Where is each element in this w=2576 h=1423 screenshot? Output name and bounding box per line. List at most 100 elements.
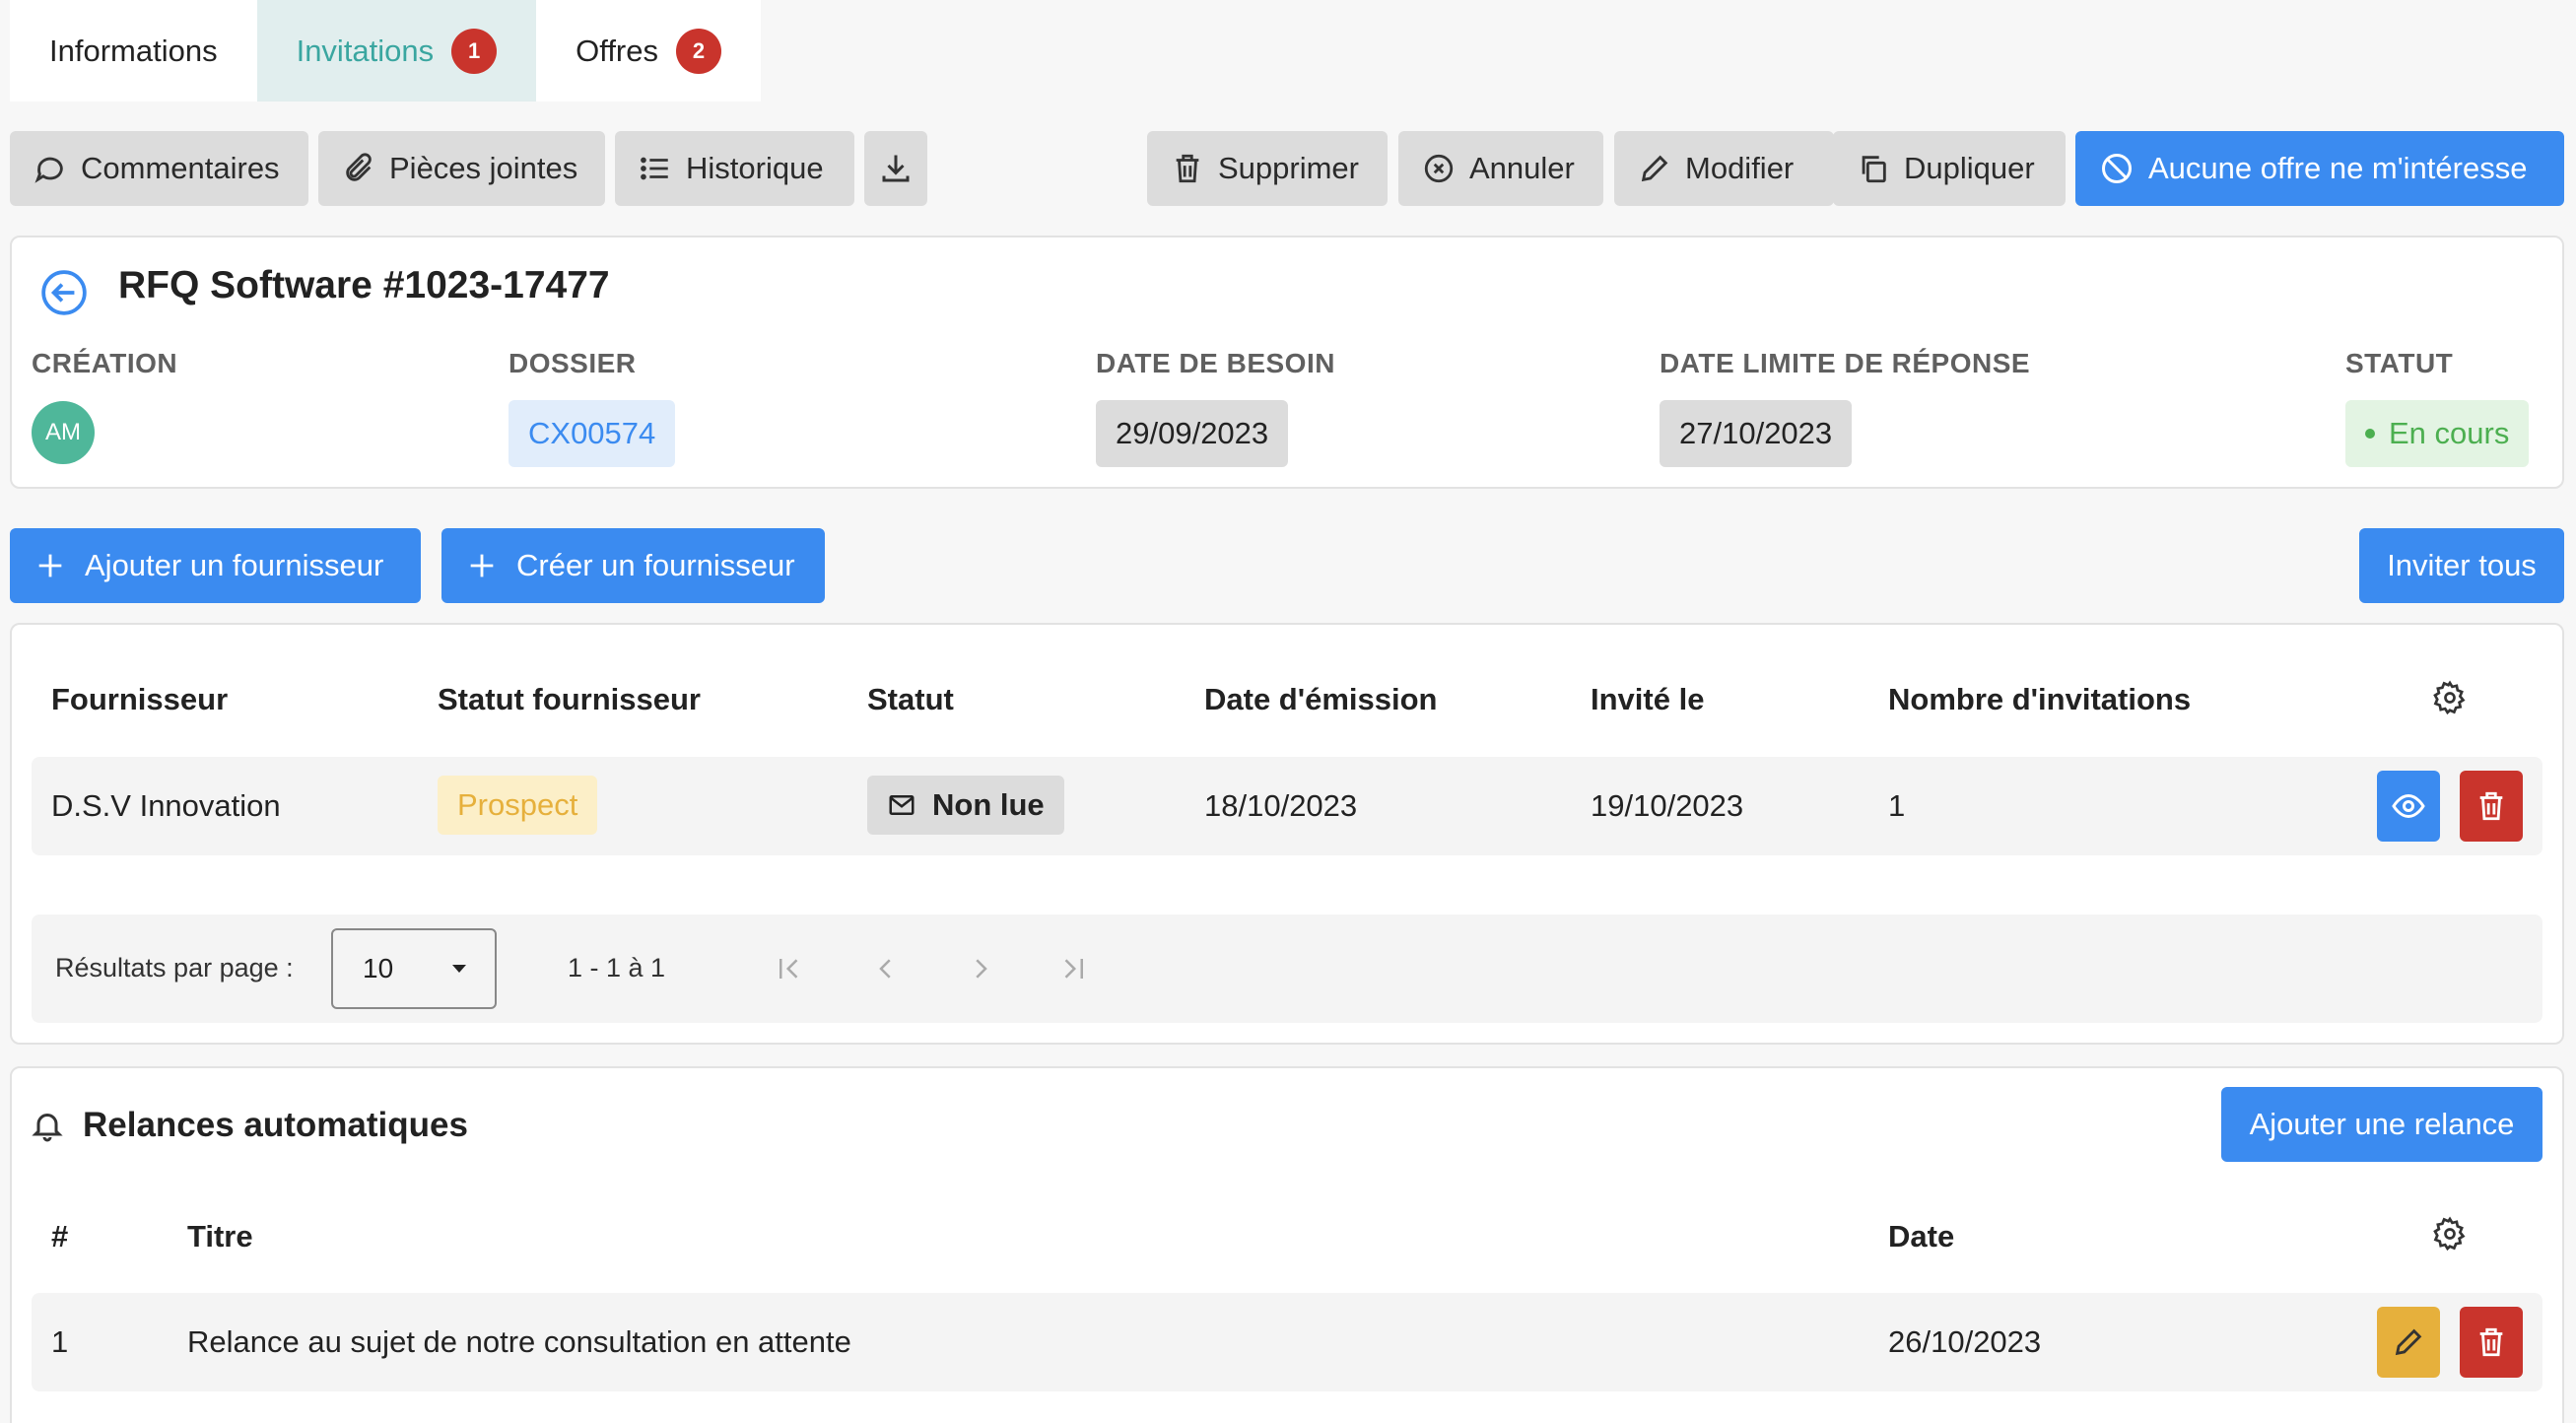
delete-label: Supprimer: [1218, 151, 1359, 185]
comments-label: Commentaires: [81, 151, 280, 185]
tab-invitations[interactable]: Invitations 1: [256, 0, 537, 102]
x-circle-icon: [1422, 152, 1456, 185]
deadline-label: DATE LIMITE DE RÉPONSE: [1660, 348, 2031, 378]
first-page-icon[interactable]: [775, 954, 804, 983]
column-header-title: Titre: [187, 1219, 253, 1254]
eye-icon: [2391, 788, 2426, 824]
create-supplier-label: Créer un fournisseur: [516, 548, 795, 582]
edit-label: Modifier: [1685, 151, 1795, 185]
caret-down-icon: [449, 963, 469, 975]
last-page-icon[interactable]: [1058, 954, 1088, 983]
list-icon: [639, 152, 672, 185]
trash-icon: [2474, 1325, 2508, 1359]
tab-bar: Informations Invitations 1 Offres 2: [10, 0, 761, 102]
plus-icon: [465, 549, 499, 582]
need-date-value: 29/09/2023: [1096, 400, 1289, 467]
issue-date-cell: 18/10/2023: [1204, 788, 1358, 823]
dossier-label: DOSSIER: [508, 348, 637, 378]
delete-reminder-button[interactable]: [2460, 1307, 2523, 1378]
create-supplier-button[interactable]: Créer un fournisseur: [441, 528, 825, 603]
read-status-text: Non lue: [932, 787, 1045, 822]
edit-reminder-button[interactable]: [2377, 1307, 2440, 1378]
column-header-invitations-count: Nombre d'invitations: [1888, 682, 2192, 716]
gear-icon[interactable]: [2432, 680, 2468, 715]
trash-icon: [1171, 152, 1204, 185]
per-page-label: Résultats par page :: [55, 953, 294, 983]
back-arrow-icon[interactable]: [39, 268, 89, 317]
supplier-name[interactable]: D.S.V Innovation: [51, 788, 281, 824]
reminders-title: Relances automatiques: [83, 1106, 468, 1144]
invitations-count-cell: 1: [1888, 788, 1906, 823]
add-supplier-button[interactable]: Ajouter un fournisseur: [10, 528, 421, 603]
attachments-label: Pièces jointes: [389, 151, 578, 185]
comments-button[interactable]: Commentaires: [10, 131, 308, 206]
count-badge: 1: [451, 28, 498, 74]
per-page-select[interactable]: 10: [331, 928, 497, 1009]
pencil-icon: [2392, 1325, 2425, 1359]
dossier-link[interactable]: CX00574: [508, 400, 676, 467]
download-button[interactable]: [864, 131, 927, 206]
status-badge: En cours: [2345, 400, 2530, 467]
no-offer-button[interactable]: Aucune offre ne m'intéresse: [2075, 131, 2564, 206]
status-text: En cours: [2389, 416, 2510, 450]
previous-page-icon[interactable]: [871, 954, 901, 983]
history-label: Historique: [686, 151, 824, 185]
avatar: AM: [32, 401, 95, 464]
cancel-label: Annuler: [1469, 151, 1575, 185]
column-header-supplier-status: Statut fournisseur: [438, 682, 701, 716]
column-header-date: Date: [1888, 1219, 1955, 1254]
supplier-status-badge: Prospect: [438, 776, 598, 835]
invite-all-label: Inviter tous: [2387, 548, 2537, 582]
add-reminder-button[interactable]: Ajouter une relance: [2221, 1087, 2542, 1162]
tab-label: Invitations: [296, 33, 435, 68]
add-supplier-label: Ajouter un fournisseur: [85, 548, 384, 582]
per-page-value: 10: [363, 953, 394, 983]
invite-all-button[interactable]: Inviter tous: [2359, 528, 2564, 603]
reminder-date: 26/10/2023: [1888, 1324, 2042, 1359]
bell-icon: [30, 1108, 65, 1143]
cancel-button[interactable]: Annuler: [1398, 131, 1603, 206]
invited-on-cell: 19/10/2023: [1591, 788, 1744, 823]
count-badge: 2: [676, 28, 721, 74]
tab-offres[interactable]: Offres 2: [536, 0, 761, 102]
column-header-status: Statut: [867, 682, 954, 716]
attachments-button[interactable]: Pièces jointes: [318, 131, 605, 206]
tab-label: Offres: [576, 33, 658, 68]
creation-label: CRÉATION: [32, 348, 178, 378]
view-button[interactable]: [2377, 771, 2440, 842]
duplicate-button[interactable]: Dupliquer: [1833, 131, 2066, 206]
column-header-issue-date: Date d'émission: [1204, 682, 1438, 716]
add-reminder-label: Ajouter une relance: [2249, 1107, 2515, 1141]
column-header-invited-on: Invité le: [1591, 682, 1705, 716]
next-page-icon[interactable]: [966, 954, 995, 983]
comment-icon: [34, 152, 67, 185]
reminder-title: Relance au sujet de notre consultation e…: [187, 1324, 851, 1359]
page-title: RFQ Software #1023-17477: [118, 264, 610, 306]
history-button[interactable]: Historique: [615, 131, 854, 206]
column-header-number: #: [51, 1219, 69, 1254]
trash-icon: [2474, 789, 2508, 823]
plus-icon: [34, 549, 67, 582]
column-header-supplier: Fournisseur: [51, 682, 229, 716]
read-status-badge: Non lue: [867, 776, 1064, 835]
copy-icon: [1857, 152, 1890, 185]
pagination-range: 1 - 1 à 1: [568, 953, 666, 983]
paperclip-icon: [342, 152, 375, 185]
tab-label: Informations: [49, 33, 218, 68]
gear-icon[interactable]: [2432, 1216, 2468, 1252]
download-icon: [878, 151, 914, 186]
deadline-value: 27/10/2023: [1660, 400, 1853, 467]
pencil-icon: [1638, 152, 1671, 185]
ban-icon: [2099, 151, 2135, 186]
duplicate-label: Dupliquer: [1904, 151, 2035, 185]
status-label: STATUT: [2345, 348, 2454, 378]
delete-row-button[interactable]: [2460, 771, 2523, 842]
edit-button[interactable]: Modifier: [1614, 131, 1834, 206]
reminder-number: 1: [51, 1324, 69, 1359]
tab-informations[interactable]: Informations: [10, 0, 257, 102]
delete-button[interactable]: Supprimer: [1147, 131, 1388, 206]
envelope-icon: [887, 790, 916, 820]
no-offer-label: Aucune offre ne m'intéresse: [2148, 151, 2528, 185]
need-date-label: DATE DE BESOIN: [1096, 348, 1335, 378]
status-dot-icon: [2365, 429, 2375, 439]
